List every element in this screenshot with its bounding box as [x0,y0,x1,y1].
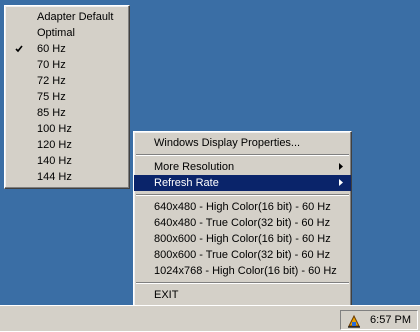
menu-item-label: EXIT [154,289,179,301]
refresh-item-140hz[interactable]: 140 Hz [5,153,129,169]
menu-item-label: Refresh Rate [154,177,219,189]
menu-separator [136,282,349,284]
submenu-arrow-icon [339,159,345,175]
mode-item-640x480-16bit[interactable]: 640x480 - High Color(16 bit) - 60 Hz [134,199,351,215]
menu-item-label: 800x600 - High Color(16 bit) - 60 Hz [154,233,331,245]
refresh-item-label: 70 Hz [37,59,66,71]
refresh-rate-submenu: Adapter Default Optimal 60 Hz 70 Hz 72 H… [4,5,130,189]
more-resolution-item[interactable]: More Resolution [134,159,351,175]
display-settings-tray-icon[interactable] [346,313,362,329]
refresh-item-60hz[interactable]: 60 Hz [5,41,129,57]
display-tray-menu: Windows Display Properties... More Resol… [133,131,352,307]
refresh-item-label: 144 Hz [37,171,72,183]
refresh-item-144hz[interactable]: 144 Hz [5,169,129,185]
menu-separator [136,194,349,196]
refresh-item-adapter-default[interactable]: Adapter Default [5,9,129,25]
refresh-item-label: 60 Hz [37,43,66,55]
refresh-item-label: 72 Hz [37,75,66,87]
menu-separator [136,154,349,156]
refresh-item-70hz[interactable]: 70 Hz [5,57,129,73]
refresh-item-label: Optimal [37,27,75,39]
windows-display-properties-item[interactable]: Windows Display Properties... [134,135,351,151]
mode-item-800x600-32bit[interactable]: 800x600 - True Color(32 bit) - 60 Hz [134,247,351,263]
mode-item-640x480-32bit[interactable]: 640x480 - True Color(32 bit) - 60 Hz [134,215,351,231]
system-tray: 6:57 PM [340,310,418,330]
menu-item-label: Windows Display Properties... [154,137,301,149]
submenu-arrow-icon [339,175,345,191]
refresh-rate-item[interactable]: Refresh Rate [134,175,351,191]
menu-item-label: 640x480 - High Color(16 bit) - 60 Hz [154,201,331,213]
refresh-item-75hz[interactable]: 75 Hz [5,89,129,105]
menu-item-label: 640x480 - True Color(32 bit) - 60 Hz [154,217,331,229]
taskbar: 6:57 PM [0,305,420,331]
refresh-item-optimal[interactable]: Optimal [5,25,129,41]
mode-item-1024x768-16bit[interactable]: 1024x768 - High Color(16 bit) - 60 Hz [134,263,351,279]
refresh-item-120hz[interactable]: 120 Hz [5,137,129,153]
refresh-item-100hz[interactable]: 100 Hz [5,121,129,137]
checkmark-icon [15,41,25,57]
refresh-item-85hz[interactable]: 85 Hz [5,105,129,121]
refresh-item-label: 75 Hz [37,91,66,103]
menu-item-label: More Resolution [154,161,235,173]
mode-item-800x600-16bit[interactable]: 800x600 - High Color(16 bit) - 60 Hz [134,231,351,247]
refresh-item-label: 100 Hz [37,123,72,135]
menu-item-label: 1024x768 - High Color(16 bit) - 60 Hz [154,265,337,277]
refresh-item-label: 140 Hz [37,155,72,167]
refresh-item-label: 85 Hz [37,107,66,119]
refresh-item-label: Adapter Default [37,11,114,23]
refresh-item-72hz[interactable]: 72 Hz [5,73,129,89]
refresh-item-label: 120 Hz [37,139,72,151]
exit-item[interactable]: EXIT [134,287,351,303]
menu-item-label: 800x600 - True Color(32 bit) - 60 Hz [154,249,331,261]
taskbar-clock[interactable]: 6:57 PM [370,313,411,328]
